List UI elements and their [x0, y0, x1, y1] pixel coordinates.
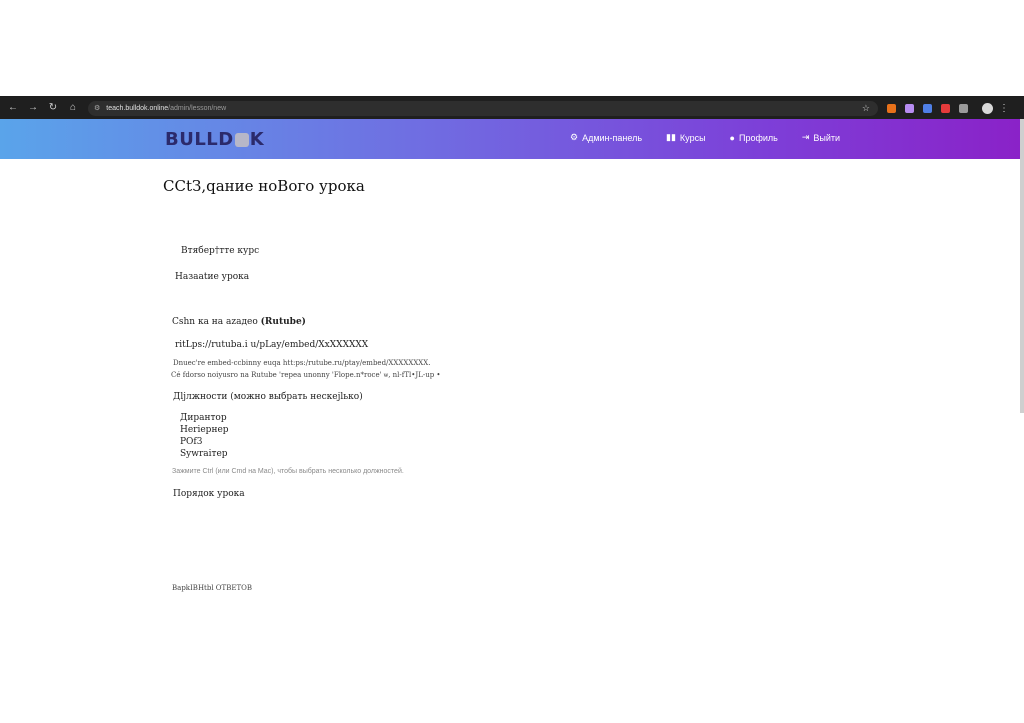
- site-logo[interactable]: BULLD K: [165, 129, 264, 150]
- extension-icon[interactable]: [905, 103, 914, 113]
- url-host: teach.bulldok.online: [106, 104, 169, 112]
- positions-hint: Зажмите Ctrl (или Cmd на Mac), чтобы выб…: [172, 468, 404, 475]
- user-icon: ●: [729, 132, 735, 143]
- bookmark-star-icon[interactable]: ☆: [862, 103, 870, 114]
- position-option[interactable]: Дирантор: [180, 413, 227, 423]
- video-hint-line2: Cé fdorso noiyusro na Rutube 'repea unon…: [171, 371, 441, 379]
- extension-icon[interactable]: [941, 103, 950, 113]
- video-link-label: Cshn ка на azадео (Rutube): [172, 317, 306, 327]
- main-nav: ⚙ Админ-панель ▮▮ Курсы ● Профиль ⇥ Выйт…: [570, 132, 840, 143]
- profile-avatar[interactable]: [982, 102, 993, 114]
- home-icon[interactable]: ⌂: [66, 101, 80, 115]
- nav-admin-panel[interactable]: ⚙ Админ-панель: [570, 132, 642, 143]
- browser-toolbar: ← → ↻ ⌂ ⚙ teach.bulldok.online/admin/les…: [0, 97, 1024, 119]
- back-icon[interactable]: ←: [6, 101, 20, 115]
- browser-menu-icon[interactable]: ⋮: [999, 103, 1009, 114]
- nav-courses[interactable]: ▮▮ Курсы: [666, 132, 706, 143]
- video-hint-line1: Dnuec're embed-ccbinny euqa htt:ps:/rutu…: [173, 359, 431, 367]
- lesson-order-label: Порядок урока: [173, 489, 245, 499]
- nav-logout[interactable]: ⇥ Выйти: [802, 132, 840, 143]
- lesson-name-label: Назаatие урока: [175, 272, 250, 282]
- extensions-puzzle-icon[interactable]: [959, 103, 968, 113]
- site-info-icon[interactable]: ⚙: [94, 104, 100, 112]
- page-scrollbar[interactable]: [1020, 119, 1024, 413]
- course-select[interactable]: Втябер†тте курс: [181, 246, 259, 256]
- logout-icon: ⇥: [801, 132, 810, 142]
- extension-icon[interactable]: [923, 103, 932, 113]
- url-path: /admin/lesson/new: [168, 104, 227, 112]
- browser-window: ← → ↻ ⌂ ⚙ teach.bulldok.online/admin/les…: [0, 96, 1024, 628]
- video-link-input[interactable]: ritLps://rutuba.i u/pLay/embed/XxXXXXXX: [175, 340, 368, 350]
- book-icon: ▮▮: [666, 132, 676, 142]
- position-option[interactable]: Sywraiтер: [180, 449, 228, 459]
- answer-options-label: BaрkIBHtbl ОТВЕТОВ: [172, 584, 253, 592]
- reload-icon[interactable]: ↻: [46, 101, 60, 115]
- page-title: CCtЗ,qание ноВого урока: [163, 177, 365, 195]
- extension-icon[interactable]: [887, 103, 896, 113]
- forward-icon[interactable]: →: [26, 101, 40, 115]
- bulldog-logo-icon: [234, 133, 249, 147]
- gear-icon: ⚙: [570, 132, 579, 142]
- site-header: BULLD K ⚙ Админ-панель ▮▮ Курсы ● Профиль…: [0, 119, 1020, 159]
- positions-label: Дljлжности (можно выбрать нескеjlько): [173, 392, 363, 402]
- address-bar[interactable]: ⚙ teach.bulldok.online/admin/lesson/new …: [88, 100, 878, 116]
- position-option[interactable]: POf3: [180, 437, 203, 447]
- position-option[interactable]: Heriepнер: [180, 425, 229, 435]
- nav-profile[interactable]: ● Профиль: [730, 132, 778, 143]
